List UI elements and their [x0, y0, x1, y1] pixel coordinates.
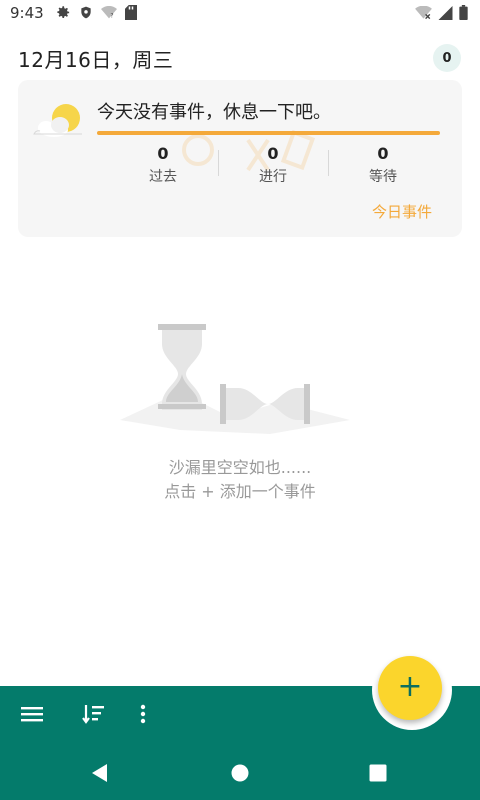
more-vert-icon[interactable] [131, 702, 155, 726]
home-icon[interactable] [229, 762, 251, 784]
plus-icon: + [397, 669, 423, 704]
status-right-icons [415, 5, 468, 20]
stat-waiting: 0 等待 [333, 144, 433, 186]
add-event-button[interactable]: + [378, 656, 442, 720]
stat-past: 0 过去 [113, 144, 213, 186]
stat-divider [218, 150, 219, 176]
signal-icon [438, 5, 453, 20]
sun-cloud-icon [32, 100, 88, 144]
page-title: 12月16日，周三 [18, 48, 174, 72]
battery-icon [459, 5, 468, 20]
gear-icon [56, 5, 71, 20]
recents-icon[interactable] [367, 762, 389, 784]
hourglass-illustration [120, 322, 350, 446]
stat-label: 过去 [149, 169, 177, 185]
back-icon[interactable] [89, 762, 111, 784]
today-summary-card[interactable]: 今天没有事件，休息一下吧。 0 过去 0 进行 0 等待 今日事件 [18, 80, 462, 237]
stat-value: 0 [267, 144, 279, 163]
svg-text:?: ? [110, 12, 113, 19]
stat-label: 等待 [369, 169, 397, 185]
summary-progress-bar [97, 131, 440, 135]
stat-value: 0 [377, 144, 389, 163]
stat-ongoing: 0 进行 [223, 144, 323, 186]
wifi-question-icon: ? [101, 5, 117, 20]
status-bar: 9:43 ? [0, 0, 480, 26]
wifi-off-icon [415, 5, 432, 20]
sort-icon[interactable] [82, 702, 106, 726]
shield-icon [79, 5, 93, 20]
summary-message: 今天没有事件，休息一下吧。 [97, 102, 331, 123]
menu-icon[interactable] [20, 702, 44, 726]
status-time: 9:43 [10, 4, 44, 22]
stat-label: 进行 [259, 169, 287, 185]
today-events-link[interactable]: 今日事件 [372, 201, 432, 222]
empty-state-title: 沙漏里空空如也...... [168, 458, 312, 477]
sd-card-icon [125, 5, 137, 20]
stat-divider [328, 150, 329, 176]
event-count-badge[interactable]: 0 [433, 44, 461, 72]
stat-value: 0 [157, 144, 169, 163]
empty-state-hint: 点击 + 添加一个事件 [164, 482, 316, 501]
status-left-icons: ? [56, 5, 137, 20]
